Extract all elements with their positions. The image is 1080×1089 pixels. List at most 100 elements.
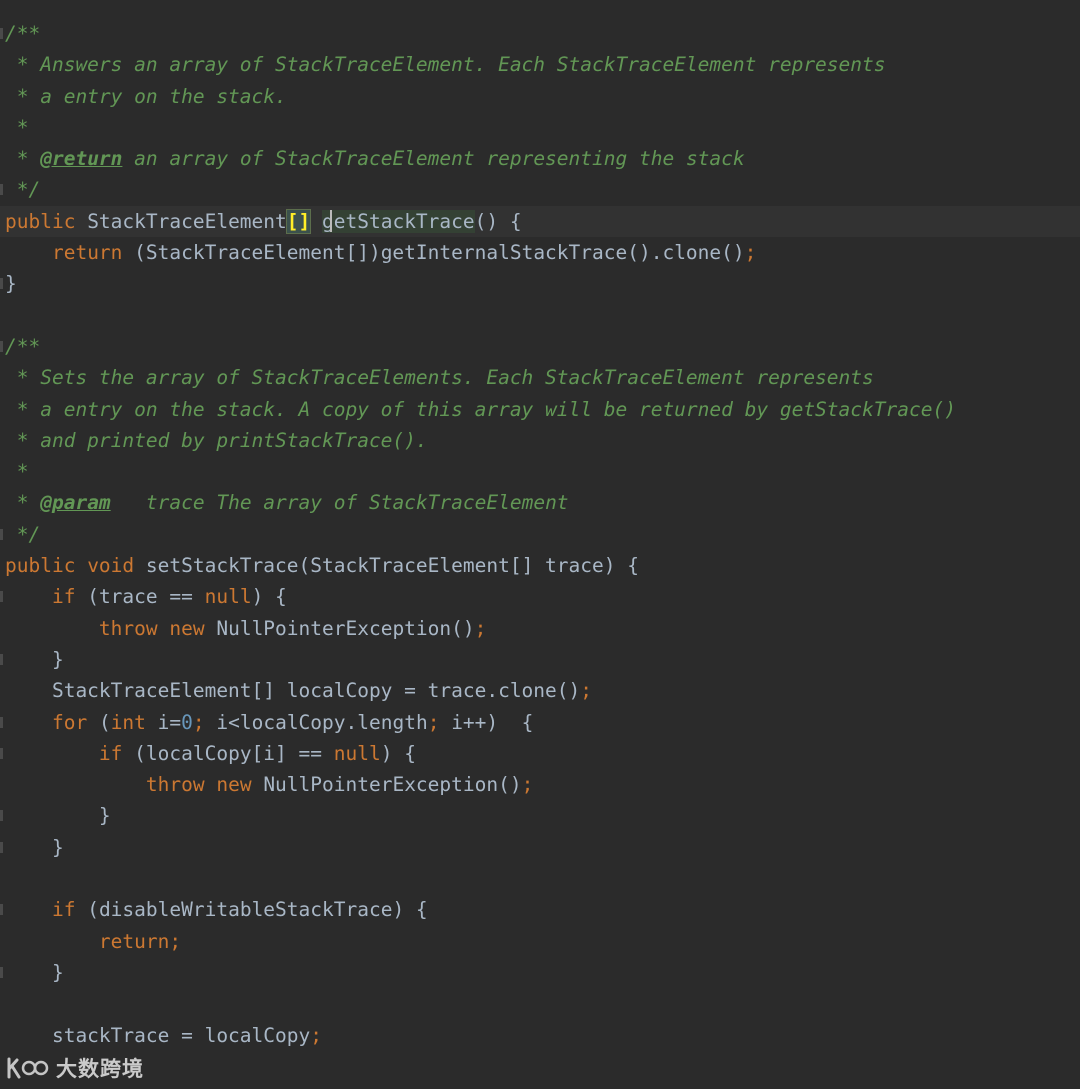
code-line[interactable]: }: [0, 957, 1080, 988]
code-line-text: * a entry on the stack. A copy of this a…: [5, 394, 956, 425]
code-token: ;: [474, 616, 487, 640]
code-line-text: * a entry on the stack.: [5, 81, 287, 112]
text-caret: [330, 210, 333, 233]
code-line[interactable]: throw new NullPointerException();: [0, 613, 1080, 644]
fold-marker-icon[interactable]: [0, 528, 3, 540]
code-line[interactable]: /**: [0, 331, 1080, 362]
code-line-text: if (trace == null) {: [5, 581, 287, 612]
code-line-text: * @return an array of StackTraceElement …: [5, 143, 745, 174]
fold-marker-icon[interactable]: [0, 747, 3, 759]
code-line[interactable]: return;: [0, 926, 1080, 957]
code-line[interactable]: *: [0, 456, 1080, 487]
code-line-text: public StackTraceElement[] getStackTrace…: [5, 206, 522, 237]
fold-marker-icon[interactable]: [0, 591, 3, 603]
code-line[interactable]: * Answers an array of StackTraceElement.…: [0, 49, 1080, 80]
code-token: *: [5, 491, 41, 515]
code-area[interactable]: /** * Answers an array of StackTraceElem…: [0, 18, 1080, 1051]
fold-marker-icon[interactable]: [0, 184, 3, 196]
code-token: an array of StackTraceElement representi…: [122, 147, 745, 171]
fold-marker-icon[interactable]: [0, 716, 3, 728]
code-line[interactable]: for (int i=0; i<localCopy.length; i++) {: [0, 707, 1080, 738]
code-line[interactable]: if (disableWritableStackTrace) {: [0, 894, 1080, 925]
code-token: stackTrace = localCopy: [5, 1023, 311, 1047]
code-line[interactable]: * @return an array of StackTraceElement …: [0, 143, 1080, 174]
fold-marker-icon[interactable]: [0, 904, 3, 916]
code-line[interactable]: * a entry on the stack. A copy of this a…: [0, 394, 1080, 425]
code-line[interactable]: if (trace == null) {: [0, 581, 1080, 612]
code-token: ;: [169, 929, 182, 953]
code-line-text: }: [5, 800, 111, 831]
code-token: (disableWritableStackTrace) {: [87, 898, 428, 922]
code-line[interactable]: [0, 300, 1080, 331]
code-token: throw: [98, 616, 170, 640]
code-token: void: [87, 554, 146, 578]
code-line[interactable]: StackTraceElement[] localCopy = trace.cl…: [0, 675, 1080, 706]
code-line-text: }: [5, 268, 17, 299]
fold-marker-icon[interactable]: [0, 966, 3, 978]
code-line-text: }: [5, 832, 64, 863]
code-token: (: [98, 710, 111, 734]
fold-marker-icon[interactable]: [0, 653, 3, 665]
code-line-text: stackTrace = localCopy;: [5, 1020, 322, 1051]
code-line[interactable]: */: [0, 174, 1080, 205]
code-line[interactable]: * @param trace The array of StackTraceEl…: [0, 487, 1080, 518]
fold-marker-icon[interactable]: [0, 278, 3, 290]
code-line[interactable]: return (StackTraceElement[])getInternalS…: [0, 237, 1080, 268]
fold-marker-icon[interactable]: [0, 340, 3, 352]
code-token: (localCopy[i] ==: [134, 741, 334, 765]
code-line[interactable]: * Sets the array of StackTraceElements. …: [0, 362, 1080, 393]
code-line[interactable]: [0, 863, 1080, 894]
code-line[interactable]: public void setStackTrace(StackTraceElem…: [0, 550, 1080, 581]
code-line[interactable]: * a entry on the stack.: [0, 81, 1080, 112]
code-line-text: }: [5, 644, 64, 675]
code-token: */: [5, 522, 41, 546]
code-line[interactable]: throw new NullPointerException();: [0, 769, 1080, 800]
code-token: null: [204, 585, 252, 609]
code-editor[interactable]: /** * Answers an array of StackTraceElem…: [0, 0, 1080, 1089]
code-token: */: [5, 178, 41, 202]
code-line[interactable]: if (localCopy[i] == null) {: [0, 738, 1080, 769]
code-token: (StackTraceElement[])getInternalStackTra…: [134, 241, 745, 265]
code-line[interactable]: }: [0, 644, 1080, 675]
code-line[interactable]: }: [0, 800, 1080, 831]
code-token: setStackTrace(StackTraceElement[] trace)…: [145, 554, 639, 578]
code-token: }: [5, 835, 64, 859]
fold-marker-icon[interactable]: [0, 810, 3, 822]
code-line[interactable]: public StackTraceElement[] getStackTrace…: [0, 205, 1080, 238]
code-line[interactable]: }: [0, 832, 1080, 863]
code-line-text: * @param trace The array of StackTraceEl…: [5, 487, 569, 518]
code-token: if: [51, 898, 88, 922]
code-token: ;: [192, 710, 217, 734]
code-token: for: [51, 710, 99, 734]
code-token: }: [5, 960, 64, 984]
watermark: 大数跨境: [6, 1053, 144, 1083]
code-line-text: public void setStackTrace(StackTraceElem…: [5, 550, 639, 581]
code-token: }: [5, 272, 17, 296]
code-token: i<localCopy.length: [216, 710, 428, 734]
code-line[interactable]: [0, 988, 1080, 1019]
watermark-text: 大数跨境: [56, 1057, 144, 1081]
fold-marker-icon[interactable]: [0, 841, 3, 853]
code-line[interactable]: /**: [0, 18, 1080, 49]
fold-marker-icon[interactable]: [0, 28, 3, 39]
code-line[interactable]: * and printed by printStackTrace().: [0, 425, 1080, 456]
code-line-text: if (localCopy[i] == null) {: [5, 738, 416, 769]
code-line[interactable]: stackTrace = localCopy;: [0, 1020, 1080, 1051]
code-token: if: [98, 741, 135, 765]
code-token: []: [285, 208, 312, 234]
code-token: ;: [521, 773, 534, 797]
code-line[interactable]: */: [0, 519, 1080, 550]
code-token: * and printed by printStackTrace().: [5, 428, 428, 452]
code-token: *: [5, 147, 41, 171]
code-token: /**: [5, 22, 41, 45]
code-token: public: [5, 209, 88, 233]
code-line[interactable]: *: [0, 112, 1080, 143]
code-line[interactable]: }: [0, 268, 1080, 299]
code-token: new: [169, 616, 217, 640]
